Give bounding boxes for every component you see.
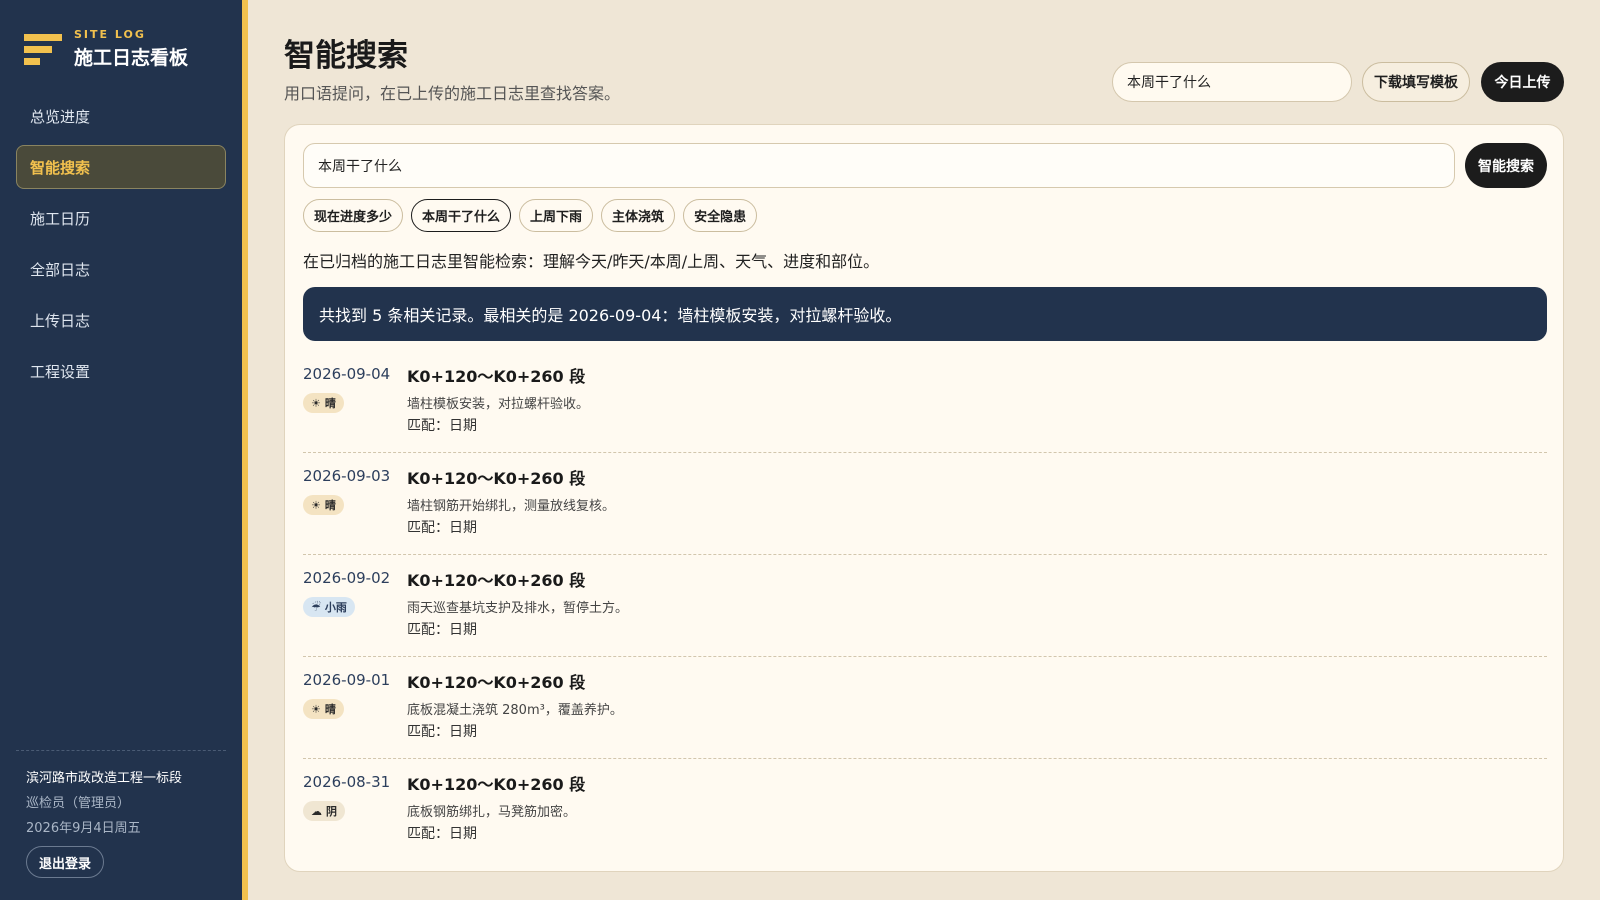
result-date: 2026-08-31 (303, 773, 391, 791)
chip-this-week[interactable]: 本周干了什么 (411, 199, 512, 232)
smart-search-button[interactable]: 智能搜索 (1465, 143, 1547, 188)
sidebar-item-calendar[interactable]: 施工日历 (16, 196, 226, 240)
result-date: 2026-09-02 (303, 569, 391, 587)
weather-label: 阴 (326, 805, 337, 818)
sun-icon: ☀ (311, 702, 321, 716)
result-text: 雨天巡查基坑支护及排水，暂停土方。 (407, 601, 629, 616)
smart-search-input[interactable]: 本周干了什么 (303, 143, 1455, 188)
result-text: 底板钢筋绑扎，马凳筋加密。 (407, 805, 577, 820)
project-name: 滨河路市政改造工程一标段 (26, 771, 183, 786)
sidebar-item-overview[interactable]: 总览进度 (16, 94, 226, 138)
result-date: 2026-09-01 (303, 671, 391, 689)
search-summary: 共找到 5 条相关记录。最相关的是 2026-09-04：墙柱模板安装，对拉螺杆… (303, 287, 1547, 341)
result-title: K0+120～K0+260 段 (407, 673, 586, 692)
result-match: 匹配：日期 (407, 622, 477, 638)
result-item[interactable]: 2026-09-01 ☀ 晴 K0+120～K0+260 段 底板混凝土浇筑 2… (303, 657, 1547, 759)
sidebar-accent-stripe (242, 0, 248, 900)
weather-badge: ☀ 晴 (303, 699, 344, 719)
sidebar-footer: 滨河路市政改造工程一标段 巡检员（管理员） 2026年9月4日周五 退出登录 (16, 750, 226, 878)
chip-main-pour[interactable]: 主体浇筑 (601, 199, 676, 232)
quick-query-chips: 现在进度多少 本周干了什么 上周下雨 主体浇筑 安全隐患 (303, 199, 765, 232)
chip-safety[interactable]: 安全隐患 (683, 199, 758, 232)
result-title: K0+120～K0+260 段 (407, 775, 586, 794)
top-search-input[interactable]: 本周干了什么 (1112, 62, 1352, 102)
chip-progress[interactable]: 现在进度多少 (303, 199, 404, 232)
weather-badge: ☁ 阴 (303, 801, 345, 821)
user-role: 巡检员（管理员） (26, 796, 131, 811)
weather-label: 晴 (324, 397, 336, 410)
weather-label: 小雨 (324, 601, 347, 614)
sun-icon: ☀ (311, 396, 321, 410)
chip-last-week-rain[interactable]: 上周下雨 (519, 199, 594, 232)
result-match: 匹配：日期 (407, 520, 477, 536)
result-item[interactable]: 2026-09-02 ☔ 小雨 K0+120～K0+260 段 雨天巡查基坑支护… (303, 555, 1547, 657)
logout-button[interactable]: 退出登录 (26, 846, 105, 878)
result-match: 匹配：日期 (407, 724, 477, 740)
result-date: 2026-09-03 (303, 467, 391, 485)
result-text: 墙柱模板安装，对拉螺杆验收。 (407, 397, 590, 412)
result-match: 匹配：日期 (407, 418, 477, 434)
weather-label: 晴 (324, 703, 336, 716)
cloud-icon: ☁ (311, 804, 322, 818)
weather-badge: ☀ 晴 (303, 393, 344, 413)
page-title: 智能搜索 (284, 38, 408, 74)
download-template-button[interactable]: 下载填写模板 (1362, 62, 1470, 102)
brand: SITE LOG 施工日志看板 (24, 28, 188, 70)
result-match: 匹配：日期 (407, 826, 477, 842)
result-item[interactable]: 2026-08-31 ☁ 阴 K0+120～K0+260 段 底板钢筋绑扎，马凳… (303, 759, 1547, 861)
rain-icon: ☔ (311, 600, 321, 614)
brand-title: 施工日志看板 (74, 47, 189, 69)
sidebar: SITE LOG 施工日志看板 总览进度 智能搜索 施工日历 全部日志 上传日志… (0, 0, 242, 900)
weather-label: 晴 (324, 499, 336, 512)
logo-icon (24, 32, 64, 66)
search-description: 在已归档的施工日志里智能检索：理解今天/昨天/本周/上周、天气、进度和部位。 (303, 252, 880, 271)
upload-today-button[interactable]: 今日上传 (1481, 62, 1564, 102)
weather-badge: ☔ 小雨 (303, 597, 355, 617)
sun-icon: ☀ (311, 498, 321, 512)
result-item[interactable]: 2026-09-03 ☀ 晴 K0+120～K0+260 段 墙柱钢筋开始绑扎，… (303, 453, 1547, 555)
result-item[interactable]: 2026-09-04 ☀ 晴 K0+120～K0+260 段 墙柱模板安装，对拉… (303, 351, 1547, 453)
sidebar-item-settings[interactable]: 工程设置 (16, 349, 226, 393)
result-text: 墙柱钢筋开始绑扎，测量放线复核。 (407, 499, 616, 514)
sidebar-nav: 总览进度 智能搜索 施工日历 全部日志 上传日志 工程设置 (16, 94, 226, 400)
result-text: 底板混凝土浇筑 280m³，覆盖养护。 (407, 703, 623, 718)
brand-eyebrow: SITE LOG (74, 28, 146, 41)
current-date: 2026年9月4日周五 (26, 821, 141, 836)
page-subtitle: 用口语提问，在已上传的施工日志里查找答案。 (284, 84, 621, 103)
result-date: 2026-09-04 (303, 365, 391, 383)
result-title: K0+120～K0+260 段 (407, 469, 586, 488)
sidebar-item-upload-log[interactable]: 上传日志 (16, 298, 226, 342)
result-title: K0+120～K0+260 段 (407, 571, 586, 590)
sidebar-item-all-logs[interactable]: 全部日志 (16, 247, 226, 291)
results-list: 2026-09-04 ☀ 晴 K0+120～K0+260 段 墙柱模板安装，对拉… (303, 351, 1547, 861)
sidebar-item-smart-search[interactable]: 智能搜索 (16, 145, 226, 189)
result-title: K0+120～K0+260 段 (407, 367, 586, 386)
search-card: 本周干了什么 智能搜索 现在进度多少 本周干了什么 上周下雨 主体浇筑 安全隐患… (284, 124, 1564, 872)
weather-badge: ☀ 晴 (303, 495, 344, 515)
